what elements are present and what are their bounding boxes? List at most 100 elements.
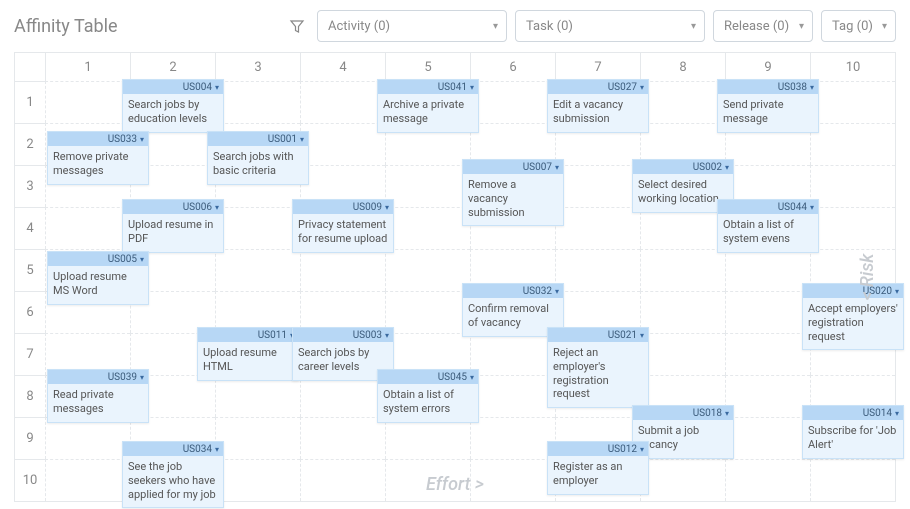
- page-title: Affinity Table: [14, 16, 118, 37]
- release-dropdown[interactable]: Release (0)▾: [713, 10, 813, 42]
- story-id-tag[interactable]: US012▾: [548, 442, 648, 456]
- story-id-tag[interactable]: US009▾: [293, 200, 393, 214]
- col-header: 5: [385, 53, 470, 81]
- story-id-tag[interactable]: US020▾: [803, 284, 903, 298]
- story-card-text: Archive a private message: [378, 94, 478, 132]
- chevron-down-icon: ▾: [385, 203, 389, 212]
- story-id-tag[interactable]: US003▾: [293, 328, 393, 342]
- story-id-tag[interactable]: US033▾: [48, 132, 148, 146]
- col-header: 8: [640, 53, 725, 81]
- story-id-tag[interactable]: US038▾: [718, 80, 818, 94]
- chevron-down-icon: ▾: [882, 21, 887, 32]
- chevron-down-icon: ▾: [810, 83, 814, 92]
- story-id-tag[interactable]: US027▾: [548, 80, 648, 94]
- row-header: 1: [15, 81, 45, 123]
- story-card[interactable]: US044▾Obtain a list of system evens: [717, 199, 819, 253]
- story-card-text: Privacy statement for resume upload: [293, 214, 393, 252]
- story-id-tag[interactable]: US034▾: [123, 442, 223, 456]
- story-card[interactable]: US009▾Privacy statement for resume uploa…: [292, 199, 394, 253]
- story-id-tag[interactable]: US011▾: [198, 328, 298, 342]
- affinity-grid: 12345678910 12345678910 US004▾Search job…: [14, 52, 896, 502]
- story-id-tag[interactable]: US018▾: [633, 406, 733, 420]
- chevron-down-icon: ▾: [555, 163, 559, 172]
- story-id-tag[interactable]: US032▾: [463, 284, 563, 298]
- story-card-text: Search jobs with basic criteria: [208, 146, 308, 184]
- row-header: 10: [15, 459, 45, 501]
- story-card[interactable]: US006▾Upload resume in PDF: [122, 199, 224, 253]
- story-id-tag[interactable]: US004▾: [123, 80, 223, 94]
- story-id-tag[interactable]: US007▾: [463, 160, 563, 174]
- chevron-down-icon: ▾: [300, 135, 304, 144]
- chevron-down-icon: ▾: [725, 409, 729, 418]
- story-id-tag[interactable]: US041▾: [378, 80, 478, 94]
- story-card-text: Send private message: [718, 94, 818, 132]
- story-card[interactable]: US007▾Remove a vacancy submission: [462, 159, 564, 226]
- story-card-text: Register as an employer: [548, 456, 648, 494]
- filter-icon[interactable]: [285, 14, 309, 38]
- col-header: 9: [725, 53, 810, 81]
- chevron-down-icon: ▾: [725, 163, 729, 172]
- story-card-text: Remove a vacancy submission: [463, 174, 563, 225]
- row-header: 4: [15, 207, 45, 249]
- affinity-table-app: { "title": "Affinity Table", "filters": …: [0, 0, 910, 509]
- story-card[interactable]: US034▾See the job seekers who have appli…: [122, 441, 224, 508]
- story-card[interactable]: US012▾Register as an employer: [547, 441, 649, 495]
- story-card[interactable]: US004▾Search jobs by education levels: [122, 79, 224, 133]
- row-header: 2: [15, 123, 45, 165]
- story-card[interactable]: US041▾Archive a private message: [377, 79, 479, 133]
- story-card[interactable]: US021▾Reject an employer's registration …: [547, 327, 649, 408]
- story-card[interactable]: US039▾Read private messages: [47, 369, 149, 423]
- row-header: 8: [15, 375, 45, 417]
- story-card[interactable]: US033▾Remove private messages: [47, 131, 149, 185]
- y-axis-label: < Risk: [857, 254, 878, 301]
- story-card[interactable]: US020▾Accept employers' registration req…: [802, 283, 904, 350]
- story-id-tag[interactable]: US005▾: [48, 252, 148, 266]
- story-id-tag[interactable]: US002▾: [633, 160, 733, 174]
- grid-body[interactable]: US004▾Search jobs by education levelsUS0…: [45, 81, 895, 501]
- story-card-text: Subscribe for 'Job Alert': [803, 420, 903, 458]
- chevron-down-icon: ▾: [640, 445, 644, 454]
- row-header: 6: [15, 291, 45, 333]
- task-dropdown[interactable]: Task (0)▾: [515, 10, 705, 42]
- header: Affinity Table Activity (0)▾ Task (0)▾ R…: [14, 10, 896, 42]
- chevron-down-icon: ▾: [640, 83, 644, 92]
- row-header: 9: [15, 417, 45, 459]
- story-id-tag[interactable]: US021▾: [548, 328, 648, 342]
- chevron-down-icon: ▾: [385, 331, 389, 340]
- activity-dropdown[interactable]: Activity (0)▾: [317, 10, 507, 42]
- story-id-tag[interactable]: US014▾: [803, 406, 903, 420]
- chevron-down-icon: ▾: [799, 21, 804, 32]
- story-card[interactable]: US045▾Obtain a list of system errors: [377, 369, 479, 423]
- col-header: 7: [555, 53, 640, 81]
- row-header: 3: [15, 165, 45, 207]
- story-id-tag[interactable]: US006▾: [123, 200, 223, 214]
- column-headers: 12345678910: [45, 53, 895, 81]
- story-id-tag[interactable]: US045▾: [378, 370, 478, 384]
- chevron-down-icon: ▾: [470, 83, 474, 92]
- chevron-down-icon: ▾: [470, 373, 474, 382]
- story-card-text: See the job seekers who have applied for…: [123, 456, 223, 507]
- col-header: 4: [300, 53, 385, 81]
- story-card[interactable]: US038▾Send private message: [717, 79, 819, 133]
- story-id-tag[interactable]: US044▾: [718, 200, 818, 214]
- col-header: 1: [45, 53, 130, 81]
- story-id-tag[interactable]: US001▾: [208, 132, 308, 146]
- story-card-text: Accept employers' registration request: [803, 298, 903, 349]
- chevron-down-icon: ▾: [140, 255, 144, 264]
- chevron-down-icon: ▾: [640, 331, 644, 340]
- story-card-text: Search jobs by education levels: [123, 94, 223, 132]
- story-card[interactable]: US001▾Search jobs with basic criteria: [207, 131, 309, 185]
- tag-dropdown[interactable]: Tag (0)▾: [821, 10, 896, 42]
- story-card[interactable]: US005▾Upload resume MS Word: [47, 251, 149, 305]
- x-axis-label: Effort >: [426, 474, 484, 495]
- chevron-down-icon: ▾: [140, 373, 144, 382]
- col-header: 10: [810, 53, 895, 81]
- story-card-text: Upload resume HTML: [198, 342, 298, 380]
- chevron-down-icon: ▾: [215, 203, 219, 212]
- story-card[interactable]: US011▾Upload resume HTML: [197, 327, 299, 381]
- chevron-down-icon: ▾: [140, 135, 144, 144]
- story-id-tag[interactable]: US039▾: [48, 370, 148, 384]
- col-header: 2: [130, 53, 215, 81]
- story-card[interactable]: US014▾Subscribe for 'Job Alert': [802, 405, 904, 459]
- story-card[interactable]: US027▾Edit a vacancy submission: [547, 79, 649, 133]
